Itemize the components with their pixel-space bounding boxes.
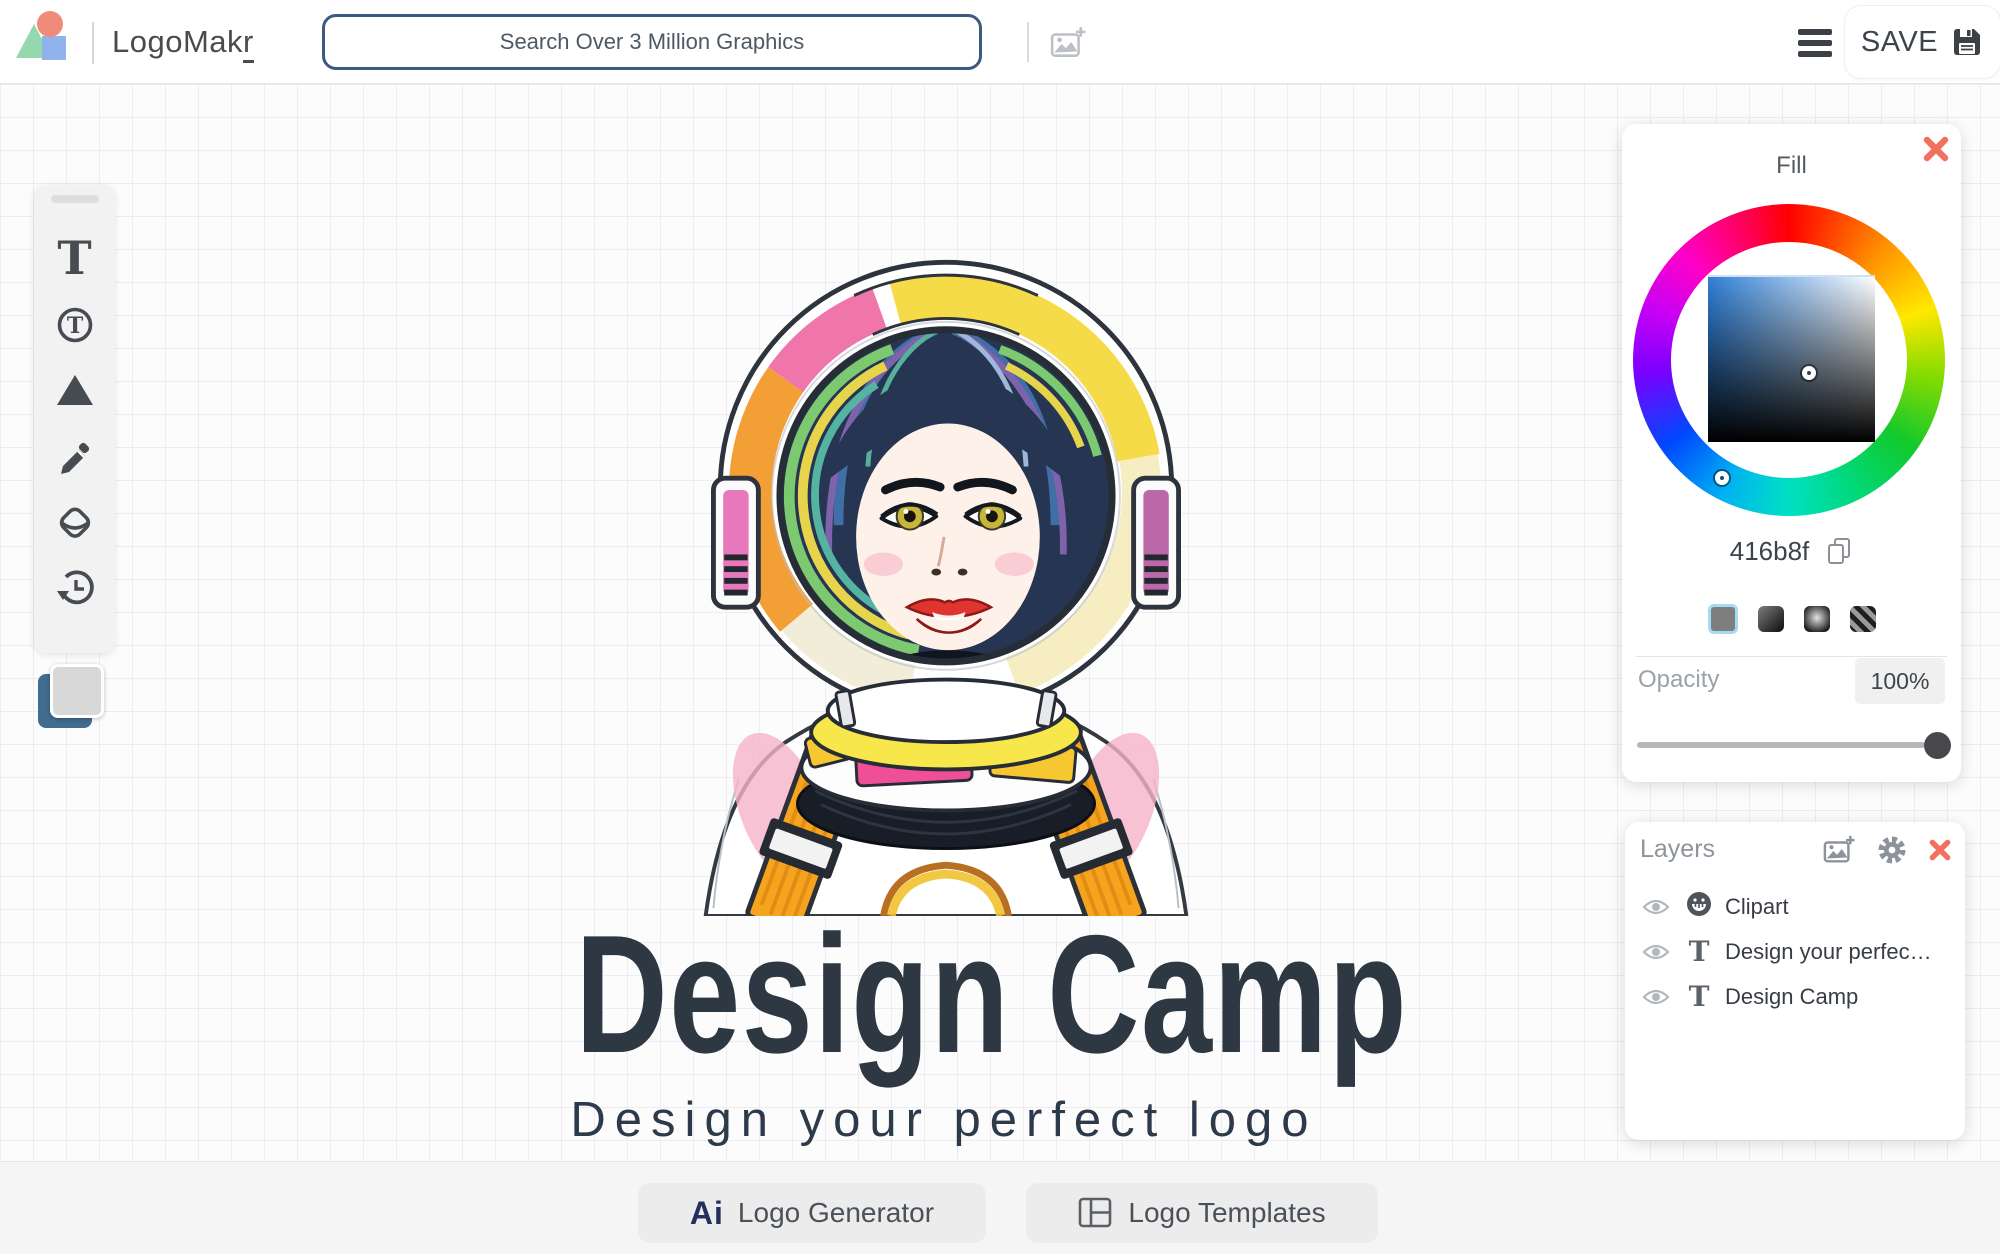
tools-sidebar: T T bbox=[34, 185, 115, 653]
brand-divider bbox=[92, 22, 94, 64]
menu-icon[interactable] bbox=[1798, 29, 1832, 57]
save-button[interactable]: SAVE bbox=[1845, 6, 2000, 78]
image-add-icon[interactable] bbox=[1050, 25, 1086, 61]
svg-text:T: T bbox=[66, 313, 83, 339]
floppy-disk-icon bbox=[1954, 29, 1981, 55]
opacity-slider-knob[interactable] bbox=[1924, 732, 1951, 759]
saturation-handle[interactable] bbox=[1802, 366, 1816, 380]
layer-row-clipart[interactable]: Clipart bbox=[1625, 884, 1965, 929]
header-divider bbox=[1027, 22, 1029, 62]
layer-label: Design your perfec… bbox=[1725, 938, 1932, 964]
eye-icon[interactable] bbox=[1641, 897, 1671, 917]
text-icon: T bbox=[1688, 935, 1710, 968]
layers-panel: Layers Clipart T Design your perfec… T D… bbox=[1625, 822, 1965, 1140]
fill-panel-title: Fill bbox=[1776, 152, 1807, 179]
close-icon[interactable] bbox=[1929, 839, 1951, 861]
text-icon: T bbox=[1688, 980, 1710, 1013]
ai-icon: Ai bbox=[689, 1194, 724, 1231]
saturation-square[interactable] bbox=[1708, 275, 1875, 442]
panel-divider bbox=[1636, 656, 1947, 657]
pattern-fill-swatch[interactable] bbox=[1850, 606, 1876, 632]
logo-generator-button[interactable]: Ai Logo Generator bbox=[638, 1183, 986, 1243]
layer-row-tagline-text[interactable]: T Design your perfec… bbox=[1625, 929, 1965, 974]
top-bar: LogoMakr SAVE bbox=[0, 0, 2000, 84]
eye-icon[interactable] bbox=[1641, 942, 1671, 962]
logo-generator-label: Logo Generator bbox=[737, 1197, 935, 1228]
canvas-logo-text[interactable]: Design Camp bbox=[444, 910, 1444, 1078]
logomakr-app: Design Camp Design your perfect logo Log… bbox=[0, 0, 2000, 1254]
shapes-tool-icon[interactable] bbox=[47, 357, 103, 423]
circle-text-tool-icon[interactable]: T bbox=[47, 291, 103, 357]
save-label: SAVE bbox=[1860, 25, 1939, 58]
solid-fill-swatch[interactable] bbox=[1708, 604, 1738, 634]
history-tool-icon[interactable] bbox=[47, 555, 103, 621]
linear-gradient-swatch[interactable] bbox=[1758, 606, 1784, 632]
layer-label: Clipart bbox=[1725, 893, 1789, 919]
brand-shapes-icon[interactable] bbox=[14, 10, 70, 68]
image-add-icon[interactable] bbox=[1823, 834, 1855, 866]
text-tool-icon[interactable]: T bbox=[47, 225, 103, 291]
eye-icon[interactable] bbox=[1641, 987, 1671, 1007]
copy-icon[interactable] bbox=[1825, 537, 1853, 567]
canvas-tagline-text[interactable]: Design your perfect logo bbox=[444, 1092, 1444, 1148]
bottom-bar: Ai Logo Generator Logo Templates bbox=[0, 1161, 2000, 1254]
search-input[interactable] bbox=[322, 14, 982, 70]
opacity-value[interactable]: 100% bbox=[1855, 658, 1945, 704]
color-swatch-stack[interactable] bbox=[38, 664, 108, 730]
fill-panel: Fill 416b8f Opacity 100% bbox=[1622, 124, 1961, 782]
astronaut-clipart[interactable] bbox=[690, 232, 1202, 916]
opacity-slider-track[interactable] bbox=[1637, 742, 1925, 748]
hue-handle[interactable] bbox=[1715, 471, 1729, 485]
draw-tool-icon[interactable] bbox=[47, 423, 103, 489]
toolbar-grip[interactable] bbox=[50, 195, 99, 203]
layer-row-title-text[interactable]: T Design Camp bbox=[1625, 974, 1965, 1019]
gear-icon[interactable] bbox=[1877, 835, 1907, 865]
logo-templates-button[interactable]: Logo Templates bbox=[1026, 1183, 1378, 1243]
front-color-swatch[interactable] bbox=[50, 664, 104, 718]
hex-color-value[interactable]: 416b8f bbox=[1730, 536, 1810, 567]
layers-panel-title: Layers bbox=[1640, 835, 1716, 863]
template-grid-icon bbox=[1079, 1197, 1112, 1228]
paint-fill-tool-icon[interactable] bbox=[47, 489, 103, 555]
brand-title[interactable]: LogoMakr bbox=[112, 24, 254, 63]
logo-templates-label: Logo Templates bbox=[1128, 1197, 1326, 1228]
radial-gradient-swatch[interactable] bbox=[1804, 606, 1830, 632]
opacity-label: Opacity bbox=[1638, 666, 1720, 693]
fill-type-swatches bbox=[1708, 604, 1876, 634]
clipart-grin-icon bbox=[1685, 890, 1713, 923]
layer-label: Design Camp bbox=[1725, 983, 1859, 1009]
